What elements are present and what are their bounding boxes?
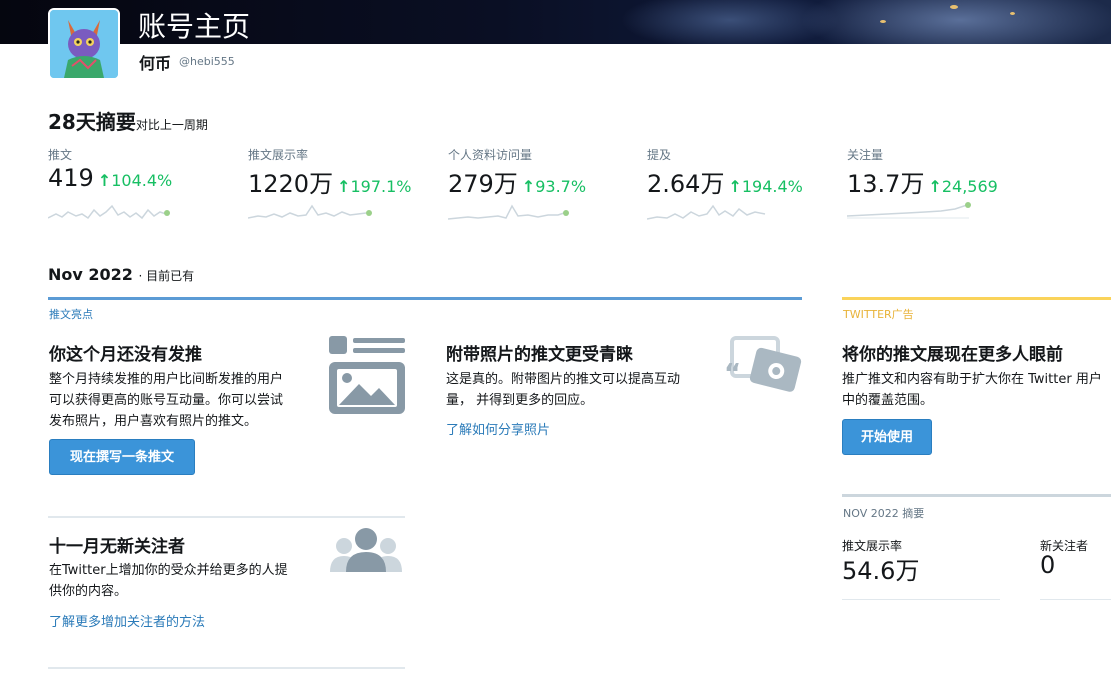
sparkline (48, 204, 170, 220)
share-photos-link[interactable]: 了解如何分享照片 (446, 419, 550, 438)
stat-value: 1220万 (248, 170, 334, 198)
arrow-up-icon: ↑ (728, 177, 742, 196)
month-title: Nov 2022 (48, 265, 133, 284)
grow-followers-link[interactable]: 了解更多增加关注者的方法 (49, 611, 205, 630)
stat-value: 279万 (448, 170, 518, 198)
arrow-up-icon: ↑ (928, 177, 942, 196)
sparkline (647, 204, 766, 220)
nov-summary-divider (842, 494, 1111, 497)
stat-tweets[interactable]: 推文 419 ↑104.4% (48, 146, 238, 220)
arrow-up-icon: ↑ (521, 177, 536, 196)
ads-divider (842, 297, 1111, 300)
stat-profile-visits[interactable]: 个人资料访问量 279万 ↑93.7% (448, 146, 638, 220)
card-divider (48, 516, 405, 518)
ads-label: TWITTER广告 (843, 308, 914, 321)
stat-change: ↑197.1% (337, 177, 412, 196)
page-title: 账号主页 (138, 10, 251, 43)
photo-tweet-icon: “ (724, 336, 802, 392)
summary-title: 28天摘要 (48, 110, 136, 134)
arrow-up-icon: ↑ (97, 171, 112, 190)
ads-text: 推广推文和内容有助于扩大你在 Twitter 用户 中的覆盖范围。 (842, 372, 1102, 408)
compose-tweet-button[interactable]: 现在撰写一条推文 (49, 439, 195, 475)
nov-new-followers-value: 0 (1040, 551, 1056, 579)
summary-header: 28天摘要对比上一周期 (48, 106, 208, 135)
image-post-icon (329, 336, 405, 414)
card-text: 在Twitter上增加你的受众并给更多的人提 供你的内容。 (49, 563, 288, 599)
month-subtitle: · 目前已有 (138, 269, 195, 283)
stat-change: ↑93.7% (521, 177, 587, 196)
followers-group-icon (330, 528, 402, 572)
svg-text:“: “ (724, 359, 741, 389)
stat-mentions[interactable]: 提及 2.64万 ↑194.4% (647, 146, 837, 220)
stat-change: ↑104.4% (97, 171, 173, 190)
card-text: 整个月持续发推的用户比间断发推的用户 可以获得更高的账号互动量。你可以尝试 发布… (49, 372, 284, 429)
sparkline (448, 204, 569, 220)
stat-change: ↑194.4% (728, 177, 803, 196)
arrow-up-icon: ↑ (337, 177, 351, 196)
avatar[interactable] (48, 8, 120, 80)
nov-impressions-value: 54.6万 (842, 557, 920, 585)
stat-impressions[interactable]: 推文展示率 1220万 ↑197.1% (248, 146, 438, 219)
stat-label: 关注量 (847, 148, 884, 162)
stat-followers[interactable]: 关注量 13.7万 ↑24,569 (847, 146, 1037, 219)
stat-value: 2.64万 (647, 170, 725, 198)
stat-change: ↑24,569 (928, 177, 998, 196)
get-started-button[interactable]: 开始使用 (842, 419, 932, 455)
stat-label: 推文展示率 (248, 148, 309, 162)
avatar-image (50, 10, 118, 78)
sparkline (248, 204, 372, 219)
stat-divider (1040, 599, 1111, 600)
stat-label: 提及 (647, 148, 672, 162)
nov-summary-label: NOV 2022 摘要 (843, 507, 925, 520)
card-text: 这是真的。附带图片的推文可以提高互动 量， 并得到更多的回应。 (446, 372, 681, 408)
user-name[interactable]: 何币 (139, 50, 171, 74)
card-divider (48, 667, 405, 669)
stat-label: 推文 (48, 148, 73, 162)
card-title: 附带照片的推文更受青睐 (446, 345, 633, 365)
highlights-label: 推文亮点 (49, 308, 93, 321)
card-title: 你这个月还没有发推 (49, 345, 202, 365)
summary-subtitle: 对比上一周期 (135, 118, 208, 132)
highlights-divider (48, 297, 802, 300)
stat-divider (842, 599, 1000, 600)
month-header: Nov 2022 · 目前已有 (48, 265, 194, 284)
ads-title: 将你的推文展现在更多人眼前 (842, 345, 1063, 365)
stat-label: 个人资料访问量 (448, 148, 533, 162)
stat-value: 13.7万 (847, 170, 925, 198)
card-title: 十一月无新关注者 (49, 537, 185, 557)
sparkline (847, 202, 971, 219)
user-handle[interactable]: @hebi555 (179, 55, 235, 68)
stat-value: 419 (48, 164, 94, 192)
